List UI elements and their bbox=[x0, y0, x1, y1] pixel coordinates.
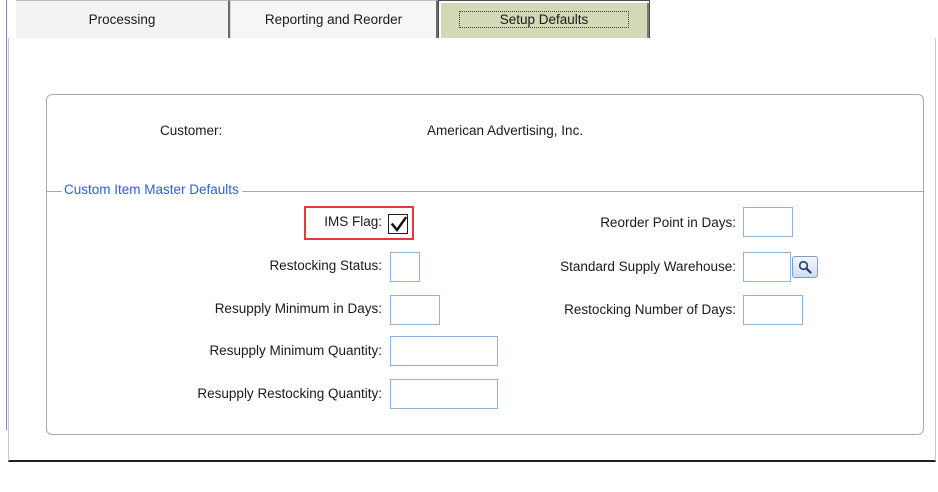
checkmark-icon bbox=[390, 216, 408, 232]
resupply-min-days-label: Resupply Minimum in Days: bbox=[214, 301, 382, 316]
standard-supply-warehouse-label: Standard Supply Warehouse: bbox=[560, 259, 736, 274]
tab-setup-defaults[interactable]: Setup Defaults bbox=[438, 0, 650, 40]
restocking-status-input[interactable] bbox=[390, 252, 420, 282]
restocking-status-label: Restocking Status: bbox=[269, 258, 382, 273]
standard-supply-warehouse-input[interactable] bbox=[743, 252, 791, 282]
reorder-point-days-label: Reorder Point in Days: bbox=[600, 215, 736, 230]
reorder-point-days-input[interactable] bbox=[743, 207, 793, 237]
resupply-restock-qty-label: Resupply Restocking Quantity: bbox=[197, 386, 382, 401]
tab-reporting-and-reorder[interactable]: Reporting and Reorder bbox=[230, 0, 438, 38]
warehouse-lookup-button[interactable] bbox=[792, 256, 818, 278]
tab-processing-label: Processing bbox=[88, 12, 156, 27]
customer-label: Customer: bbox=[160, 123, 223, 138]
tab-processing[interactable]: Processing bbox=[16, 0, 230, 38]
ims-flag-label: IMS Flag: bbox=[324, 214, 382, 229]
tab-reporting-label: Reporting and Reorder bbox=[264, 12, 403, 27]
customer-value: American Advertising, Inc. bbox=[427, 123, 584, 138]
resupply-min-qty-input[interactable] bbox=[390, 336, 498, 366]
restocking-number-days-input[interactable] bbox=[743, 295, 803, 325]
magnifier-icon bbox=[798, 260, 812, 274]
resupply-restock-qty-input[interactable] bbox=[390, 379, 498, 409]
resupply-min-days-input[interactable] bbox=[390, 295, 440, 325]
window-edge bbox=[6, 0, 7, 430]
section-title: Custom Item Master Defaults bbox=[62, 182, 242, 197]
restocking-number-days-label: Restocking Number of Days: bbox=[564, 302, 736, 317]
ims-flag-checkbox[interactable] bbox=[388, 214, 408, 234]
resupply-min-qty-label: Resupply Minimum Quantity: bbox=[209, 343, 382, 358]
tab-setup-label: Setup Defaults bbox=[458, 11, 630, 28]
